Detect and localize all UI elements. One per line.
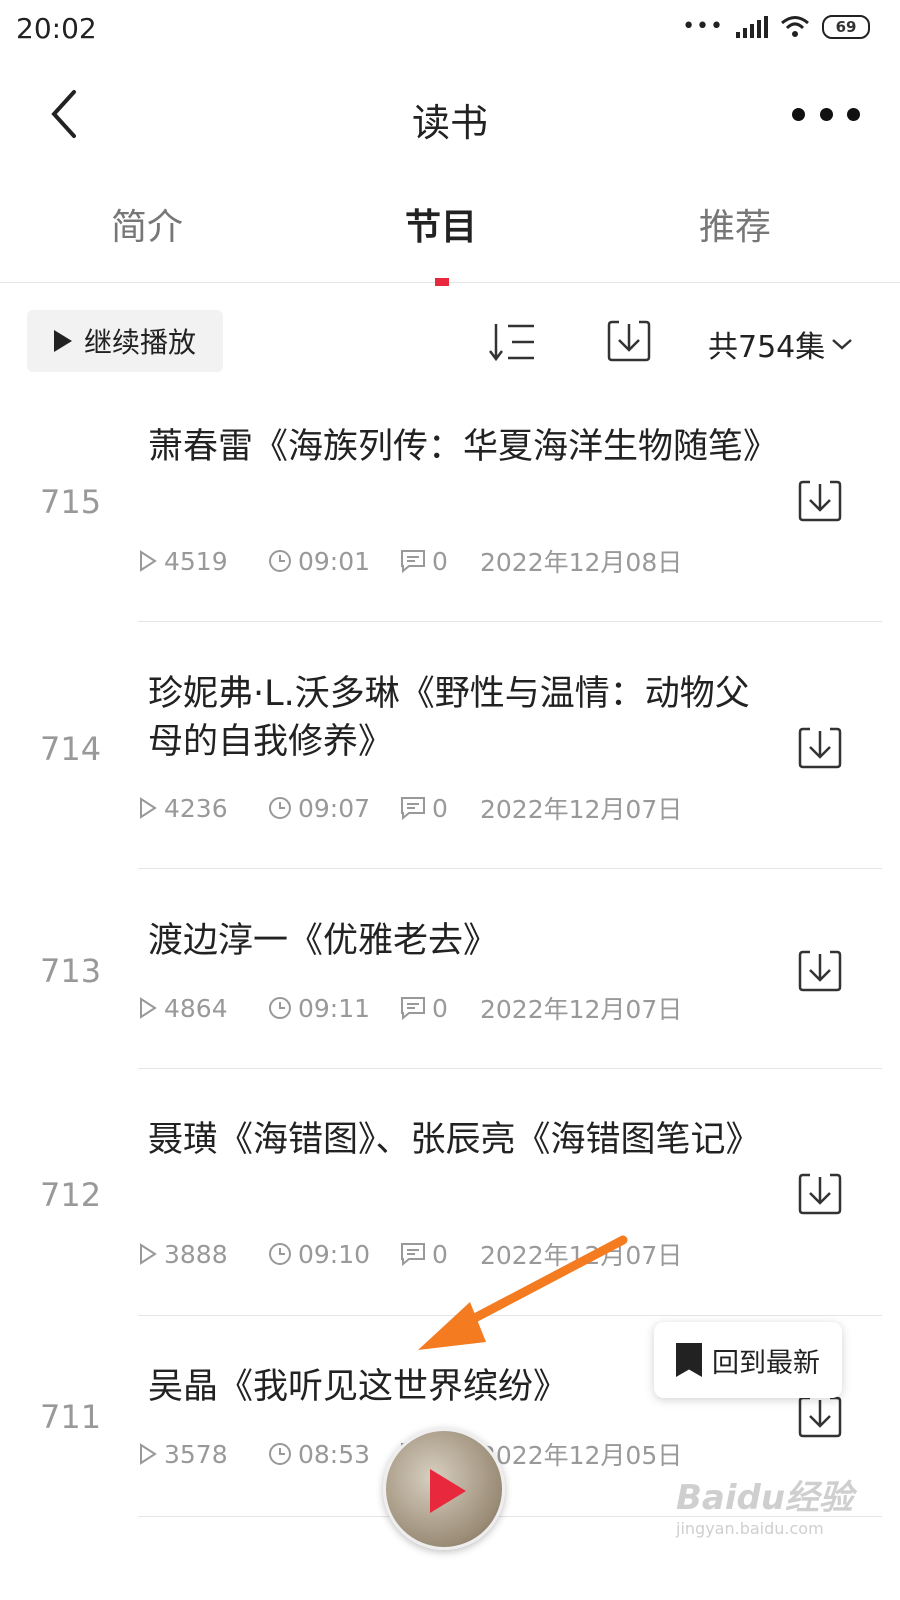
list-item[interactable]: 715 萧春雷《海族列传：华夏海洋生物随笔》 4519 09:01 0 2022…	[0, 400, 900, 622]
play-count-icon	[140, 1243, 157, 1265]
tab-recommend[interactable]: 推荐	[635, 198, 835, 250]
tab-bar: 简介 节目 推荐	[0, 190, 900, 286]
header: 读书	[0, 72, 900, 156]
comment-count: 0	[432, 993, 448, 1023]
episode-title: 萧春雷《海族列传：华夏海洋生物随笔》	[148, 427, 779, 467]
play-count: 4236	[164, 793, 228, 823]
publish-date: 2022年12月07日	[480, 795, 683, 824]
tab-episodes[interactable]: 节目	[341, 198, 541, 250]
toolbar: 继续播放 共754集	[0, 310, 900, 374]
list-item[interactable]: 714 珍妮弗·L.沃多琳《野性与温情：动物父母的自我修养》 4236 09:0…	[0, 647, 900, 869]
episode-meta: 4519 09:01 0 2022年12月08日	[138, 543, 682, 579]
page-title: 读书	[411, 101, 488, 145]
sort-icon[interactable]	[488, 320, 536, 364]
download-icon[interactable]	[797, 1171, 843, 1217]
watermark-logo: Baidu经验 jingyan.baidu.com	[676, 1478, 854, 1538]
play-count-icon	[140, 1443, 157, 1465]
duration: 09:10	[298, 1239, 371, 1269]
wifi-icon	[781, 15, 809, 37]
more-notifications-icon: •••	[682, 14, 724, 39]
comment-icon	[401, 550, 425, 573]
download-icon[interactable]	[797, 725, 843, 771]
publish-date: 2022年12月07日	[480, 995, 683, 1024]
play-count-icon	[140, 550, 157, 572]
download-icon[interactable]	[797, 1394, 843, 1440]
continue-play-label: 继续播放	[83, 326, 196, 359]
publish-date: 2022年12月05日	[480, 1441, 683, 1470]
play-icon	[430, 1469, 466, 1513]
clock-icon	[269, 1243, 291, 1265]
play-count: 3888	[164, 1239, 228, 1269]
divider	[138, 1068, 882, 1069]
list-item[interactable]: 713 渡边淳一《优雅老去》 4864 09:11 0 2022年12月07日	[0, 894, 900, 1069]
signal-icon	[736, 15, 768, 38]
divider	[138, 1315, 882, 1316]
divider	[138, 621, 882, 622]
comment-icon	[401, 797, 425, 820]
episode-title: 渡边淳一《优雅老去》	[148, 921, 499, 961]
duration: 09:11	[298, 993, 371, 1023]
episode-title: 珍妮弗·L.沃多琳《野性与温情：动物父母的自我修养》	[148, 674, 750, 762]
comment-count: 0	[432, 1239, 448, 1269]
duration: 09:01	[298, 546, 371, 576]
episode-count-label: 共754集	[708, 330, 826, 365]
active-tab-indicator	[435, 278, 449, 286]
status-time: 20:02	[16, 12, 97, 45]
download-icon[interactable]	[797, 948, 843, 994]
play-count: 3578	[164, 1439, 228, 1469]
episode-meta: 4864 09:11 0 2022年12月07日	[138, 990, 682, 1026]
mini-player-button[interactable]	[383, 1428, 505, 1550]
tab-intro[interactable]: 简介	[47, 198, 247, 250]
comment-count: 0	[432, 546, 448, 576]
play-count-icon	[140, 797, 157, 819]
episode-meta: 4236 09:07 0 2022年12月07日	[138, 790, 682, 826]
chevron-down-icon	[832, 339, 853, 350]
back-to-latest-label: 回到最新	[712, 1347, 820, 1379]
divider	[138, 868, 882, 869]
download-icon[interactable]	[797, 478, 843, 524]
clock-icon	[269, 550, 291, 572]
play-count: 4519	[164, 546, 228, 576]
episode-number: 715	[40, 483, 102, 521]
episode-number: 714	[40, 730, 102, 768]
continue-play-button[interactable]: 继续播放	[27, 310, 223, 372]
episode-number: 712	[40, 1176, 102, 1214]
episode-count-dropdown[interactable]: 共754集	[708, 322, 853, 366]
play-count-icon	[140, 997, 157, 1019]
clock-icon	[269, 1443, 291, 1465]
status-bar: 20:02 ••• 69	[0, 0, 900, 64]
back-to-latest-button[interactable]: 回到最新	[654, 1322, 842, 1398]
bookmark-icon	[676, 1343, 702, 1377]
battery-icon: 69	[822, 14, 870, 39]
clock-icon	[269, 797, 291, 819]
clock-icon	[269, 997, 291, 1019]
duration: 08:53	[298, 1439, 371, 1469]
episode-title: 聂璜《海错图》、张辰亮《海错图笔记》	[148, 1120, 761, 1160]
episode-number: 713	[40, 952, 102, 990]
comment-icon	[401, 1243, 425, 1266]
list-item[interactable]: 712 聂璜《海错图》、张辰亮《海错图笔记》 3888 09:10 0 2022…	[0, 1093, 900, 1316]
more-options-icon[interactable]	[792, 94, 860, 134]
status-icons: ••• 69	[682, 14, 870, 39]
publish-date: 2022年12月08日	[480, 548, 683, 577]
episode-meta: 3888 09:10 0 2022年12月07日	[138, 1236, 682, 1272]
publish-date: 2022年12月07日	[480, 1241, 683, 1270]
play-icon	[53, 330, 72, 352]
download-all-icon[interactable]	[606, 318, 652, 364]
comment-icon	[401, 997, 425, 1020]
comment-count: 0	[432, 793, 448, 823]
play-count: 4864	[164, 993, 228, 1023]
duration: 09:07	[298, 793, 371, 823]
episode-number: 711	[40, 1398, 102, 1436]
